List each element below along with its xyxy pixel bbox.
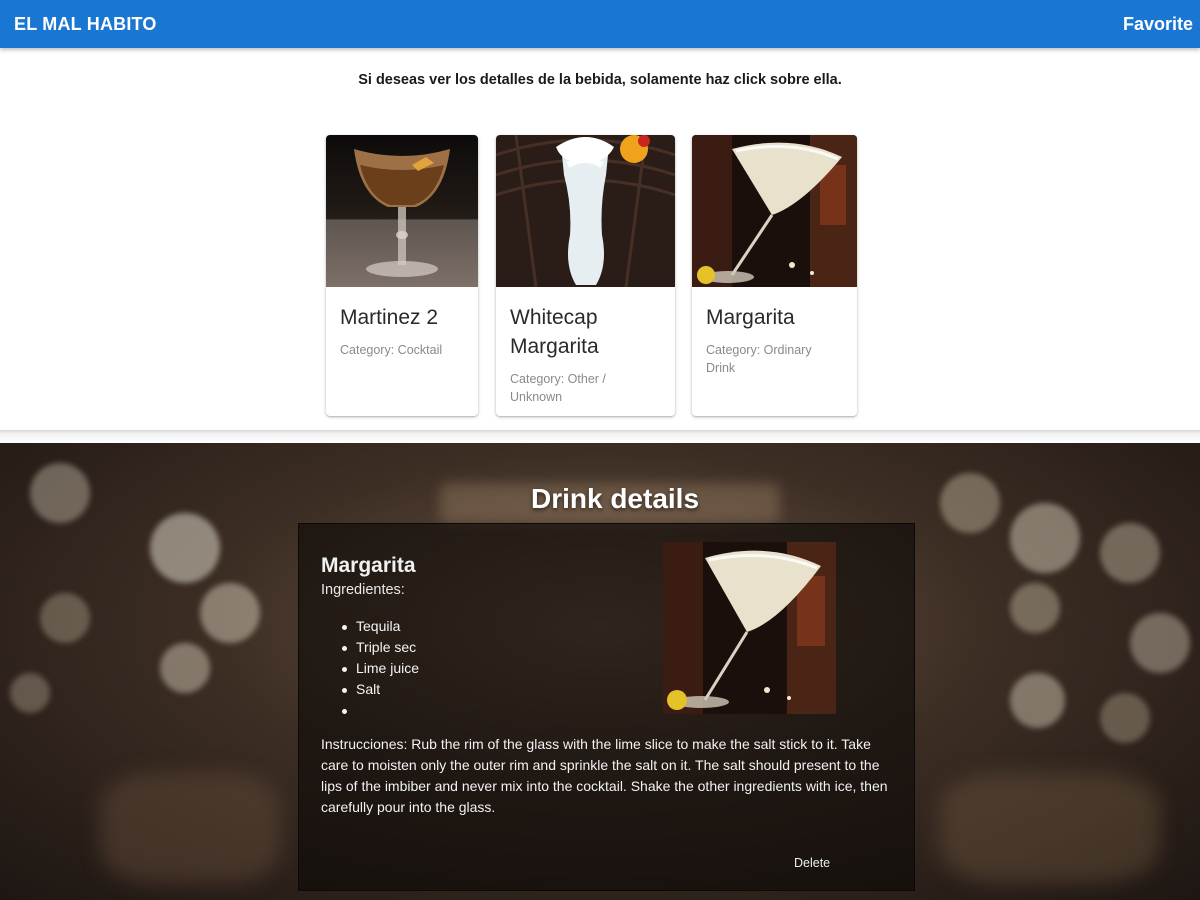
drink-name: Martinez 2 (340, 306, 439, 329)
drink-card-martinez[interactable]: Martinez 2 Category: Cocktail (326, 135, 478, 416)
ingredients-list: Tequila Triple sec Lime juice Salt (321, 616, 419, 721)
ingredient-item: Tequila (321, 616, 419, 637)
delete-button[interactable]: Delete (794, 856, 830, 870)
details-drink-name: Margarita (321, 554, 416, 577)
ingredients-label: Ingredientes: (321, 582, 405, 598)
drink-image-margarita (692, 135, 857, 287)
drink-image-whitecap-margarita (496, 135, 675, 287)
instructions-text: Instrucciones: Rub the rim of the glass … (321, 736, 888, 815)
brand-title[interactable]: EL MAL HABITO (14, 14, 157, 35)
details-heading: Drink details (530, 483, 700, 514)
drink-details-panel: Margarita Ingredientes: Tequila Triple s… (298, 523, 915, 891)
app-bar: EL MAL HABITO Favorite (0, 0, 1200, 48)
ingredient-item (321, 700, 419, 721)
favorite-link[interactable]: Favorite (1123, 14, 1193, 35)
drink-category: Category: Cocktail (340, 343, 443, 357)
drink-name: Margarita (706, 306, 795, 329)
details-drink-image (663, 542, 836, 714)
section-divider (0, 430, 1200, 443)
drink-category: Category: Ordinary Drink (706, 343, 812, 375)
drink-card-whitecap-margarita[interactable]: Whitecap Margarita Category: Other / Unk… (496, 135, 675, 416)
ingredient-item: Triple sec (321, 637, 419, 658)
drink-card-margarita[interactable]: Margarita Category: Ordinary Drink (692, 135, 857, 416)
instruction-text: Si deseas ver los detalles de la bebida,… (358, 72, 842, 88)
drink-image-martinez (326, 135, 478, 287)
ingredient-item: Lime juice (321, 658, 419, 679)
drink-category: Category: Other / Unknown (510, 372, 606, 404)
ingredient-item: Salt (321, 679, 419, 700)
drink-name: Whitecap Margarita (510, 306, 599, 358)
